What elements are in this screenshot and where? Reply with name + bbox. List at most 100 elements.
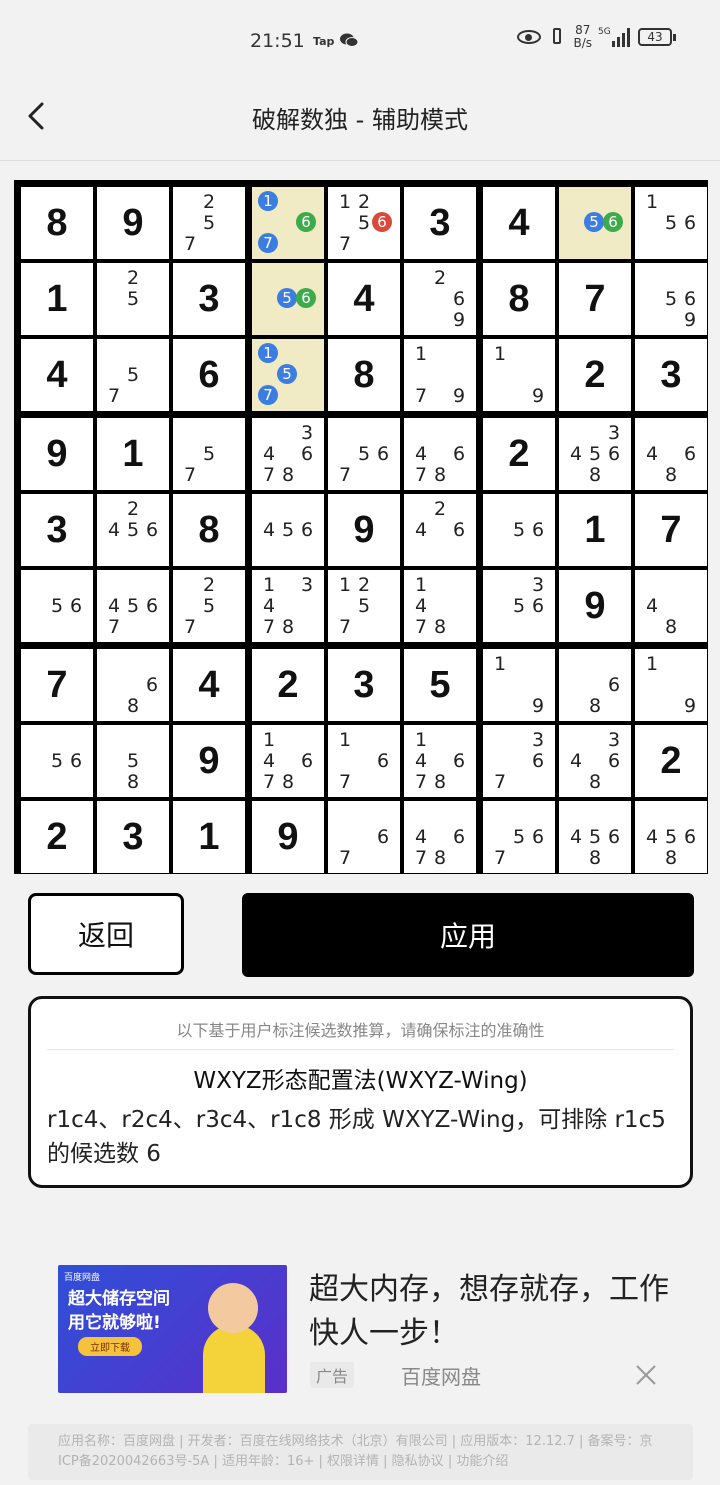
sudoku-cell-r2c2[interactable]: 25 bbox=[97, 263, 169, 335]
sudoku-cell-r6c8[interactable]: 9 bbox=[559, 570, 631, 642]
hint-note: 以下基于用户标注候选数推算，请确保标注的准确性 bbox=[176, 1021, 545, 1040]
sudoku-cell-r6c4[interactable]: 13478 bbox=[252, 570, 324, 642]
sudoku-cell-r9c3[interactable]: 1 bbox=[173, 801, 245, 873]
sudoku-cell-r4c5[interactable]: 567 bbox=[328, 418, 400, 490]
ad-banner[interactable]: 百度网盘 超大储存空间 用它就够啦! 立即下载 超大内存，想存就存，工作快人一步… bbox=[58, 1264, 698, 1394]
sudoku-cell-r5c5[interactable]: 9 bbox=[328, 494, 400, 566]
sudoku-cell-r4c9[interactable]: 4 68 bbox=[635, 418, 707, 490]
cell-value: 9 bbox=[353, 508, 375, 551]
sudoku-cell-r8c8[interactable]: 3 4 68 bbox=[559, 725, 631, 797]
sudoku-cell-r7c7[interactable]: 19 bbox=[483, 649, 555, 721]
sudoku-cell-r6c1[interactable]: 56 bbox=[21, 570, 93, 642]
sudoku-cell-r7c6[interactable]: 5 bbox=[404, 649, 476, 721]
sudoku-cell-r1c3[interactable]: 257 bbox=[173, 187, 245, 259]
sudoku-cell-r8c6[interactable]: 14678 bbox=[404, 725, 476, 797]
sudoku-cell-r2c5[interactable]: 4 bbox=[328, 263, 400, 335]
sudoku-cell-r9c7[interactable]: 567 bbox=[483, 801, 555, 873]
sudoku-cell-r1c5[interactable]: 12567 bbox=[328, 187, 400, 259]
sudoku-cell-r1c2[interactable]: 9 bbox=[97, 187, 169, 259]
sudoku-cell-r4c3[interactable]: 57 bbox=[173, 418, 245, 490]
sudoku-cell-r3c9[interactable]: 3 bbox=[635, 339, 707, 411]
sudoku-cell-r6c6[interactable]: 1478 bbox=[404, 570, 476, 642]
ad-image[interactable]: 百度网盘 超大储存空间 用它就够啦! 立即下载 bbox=[58, 1265, 287, 1393]
sudoku-cell-r2c1[interactable]: 1 bbox=[21, 263, 93, 335]
sudoku-cell-r8c5[interactable]: 1 6 7 bbox=[328, 725, 400, 797]
sudoku-cell-r1c6[interactable]: 3 bbox=[404, 187, 476, 259]
sudoku-cell-r5c6[interactable]: 24 6 bbox=[404, 494, 476, 566]
sudoku-cell-r9c5[interactable]: 67 bbox=[328, 801, 400, 873]
sudoku-cell-r5c4[interactable]: 456 bbox=[252, 494, 324, 566]
candidate-8: 8 bbox=[433, 616, 447, 638]
sudoku-cell-r9c2[interactable]: 3 bbox=[97, 801, 169, 873]
sudoku-cell-r8c1[interactable]: 56 bbox=[21, 725, 93, 797]
sudoku-cell-r4c4[interactable]: 34678 bbox=[252, 418, 324, 490]
sudoku-cell-r9c1[interactable]: 2 bbox=[21, 801, 93, 873]
sudoku-cell-r8c9[interactable]: 2 bbox=[635, 725, 707, 797]
sudoku-cell-r3c4[interactable]: 157 bbox=[252, 339, 324, 411]
sudoku-cell-r5c8[interactable]: 1 bbox=[559, 494, 631, 566]
sudoku-cell-r6c5[interactable]: 1257 bbox=[328, 570, 400, 642]
sudoku-cell-r8c7[interactable]: 36 7 bbox=[483, 725, 555, 797]
sudoku-cell-r6c7[interactable]: 356 bbox=[483, 570, 555, 642]
candidate-6: 6 bbox=[607, 443, 621, 465]
sudoku-cell-r8c2[interactable]: 58 bbox=[97, 725, 169, 797]
sudoku-cell-r1c7[interactable]: 4 bbox=[483, 187, 555, 259]
sudoku-cell-r4c1[interactable]: 9 bbox=[21, 418, 93, 490]
sudoku-cell-r2c7[interactable]: 8 bbox=[483, 263, 555, 335]
sudoku-cell-r6c2[interactable]: 4567 bbox=[97, 570, 169, 642]
sudoku-cell-r9c4[interactable]: 9 bbox=[252, 801, 324, 873]
back-button[interactable]: 返回 bbox=[28, 893, 184, 975]
sudoku-cell-r3c6[interactable]: 1 7 9 bbox=[404, 339, 476, 411]
sudoku-cell-r2c4[interactable]: 56 bbox=[252, 263, 324, 335]
close-icon[interactable] bbox=[635, 1364, 657, 1386]
sudoku-cell-r3c5[interactable]: 8 bbox=[328, 339, 400, 411]
sudoku-cell-r8c3[interactable]: 9 bbox=[173, 725, 245, 797]
sudoku-cell-r1c4[interactable]: 167 bbox=[252, 187, 324, 259]
apply-button[interactable]: 应用 bbox=[242, 893, 694, 977]
sudoku-cell-r2c6[interactable]: 269 bbox=[404, 263, 476, 335]
sudoku-cell-r4c6[interactable]: 4678 bbox=[404, 418, 476, 490]
sudoku-cell-r2c9[interactable]: 569 bbox=[635, 263, 707, 335]
cell-value: 3 bbox=[353, 663, 375, 706]
sudoku-cell-r7c1[interactable]: 7 bbox=[21, 649, 93, 721]
sudoku-cell-r1c9[interactable]: 156 bbox=[635, 187, 707, 259]
sudoku-cell-r5c2[interactable]: 2456 bbox=[97, 494, 169, 566]
sudoku-cell-r1c1[interactable]: 8 bbox=[21, 187, 93, 259]
candidate-1: 1 bbox=[645, 653, 659, 675]
sudoku-cell-r2c8[interactable]: 7 bbox=[559, 263, 631, 335]
candidate-6: 6 bbox=[683, 826, 697, 848]
sudoku-cell-r3c7[interactable]: 19 bbox=[483, 339, 555, 411]
candidate-8: 8 bbox=[433, 464, 447, 486]
sudoku-cell-r7c8[interactable]: 68 bbox=[559, 649, 631, 721]
candidate-3: 3 bbox=[531, 574, 545, 596]
sudoku-cell-r5c9[interactable]: 7 bbox=[635, 494, 707, 566]
sudoku-cell-r5c7[interactable]: 56 bbox=[483, 494, 555, 566]
sudoku-cell-r4c8[interactable]: 34568 bbox=[559, 418, 631, 490]
sudoku-cell-r9c8[interactable]: 4568 bbox=[559, 801, 631, 873]
sudoku-cell-r2c3[interactable]: 3 bbox=[173, 263, 245, 335]
sudoku-cell-r7c3[interactable]: 4 bbox=[173, 649, 245, 721]
network-speed-unit: B/s bbox=[573, 36, 592, 50]
sudoku-cell-r6c3[interactable]: 257 bbox=[173, 570, 245, 642]
sudoku-cell-r3c8[interactable]: 2 bbox=[559, 339, 631, 411]
sudoku-cell-r3c2[interactable]: 57 bbox=[97, 339, 169, 411]
sudoku-cell-r5c3[interactable]: 8 bbox=[173, 494, 245, 566]
sudoku-cell-r9c6[interactable]: 4678 bbox=[404, 801, 476, 873]
sudoku-cell-r5c1[interactable]: 3 bbox=[21, 494, 93, 566]
ad-image-download-button[interactable]: 立即下载 bbox=[78, 1337, 142, 1356]
sudoku-cell-r7c5[interactable]: 3 bbox=[328, 649, 400, 721]
sudoku-cell-r7c2[interactable]: 68 bbox=[97, 649, 169, 721]
sudoku-cell-r7c4[interactable]: 2 bbox=[252, 649, 324, 721]
sudoku-cell-r1c8[interactable]: 56 bbox=[559, 187, 631, 259]
sudoku-cell-r6c9[interactable]: 48 bbox=[635, 570, 707, 642]
sudoku-cell-r3c3[interactable]: 6 bbox=[173, 339, 245, 411]
sudoku-cell-r7c9[interactable]: 19 bbox=[635, 649, 707, 721]
sudoku-cell-r9c9[interactable]: 4568 bbox=[635, 801, 707, 873]
candidate-8: 8 bbox=[126, 695, 140, 717]
sudoku-cell-r4c7[interactable]: 2 bbox=[483, 418, 555, 490]
ad-headline[interactable]: 超大内存，想存就存，工作快人一步！ bbox=[309, 1268, 689, 1356]
sudoku-cell-r4c2[interactable]: 1 bbox=[97, 418, 169, 490]
sudoku-cell-r3c1[interactable]: 4 bbox=[21, 339, 93, 411]
cell-value: 7 bbox=[584, 277, 606, 320]
sudoku-cell-r8c4[interactable]: 14678 bbox=[252, 725, 324, 797]
